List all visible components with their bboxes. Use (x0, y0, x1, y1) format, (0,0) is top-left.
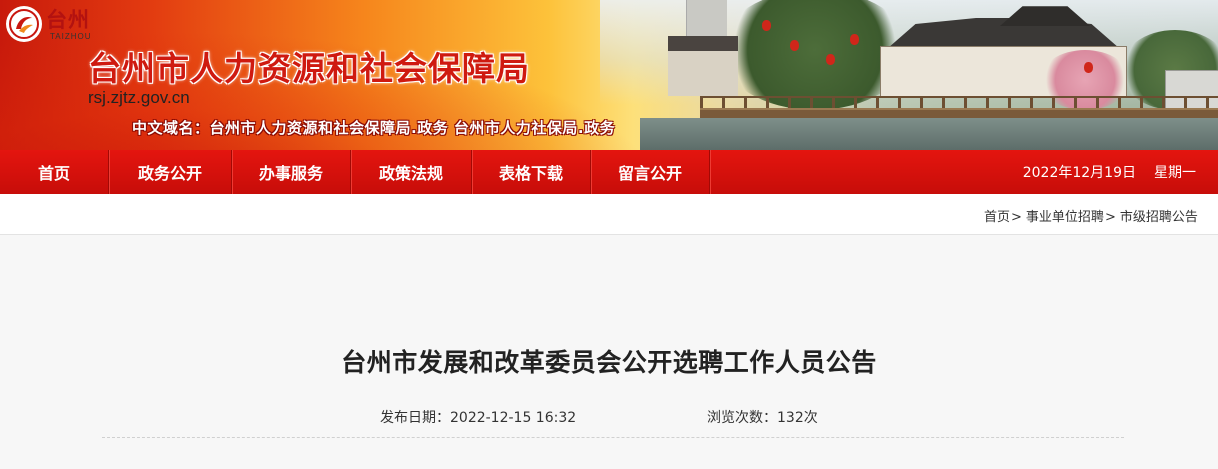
logo-text: 台州 (46, 7, 90, 32)
banner-pavilion (668, 36, 738, 96)
main-nav: 首页 政务公开 办事服务 政策法规 表格下载 留言公开 2022年12月19日 … (0, 150, 1218, 194)
nav-date: 2022年12月19日 星期一 (1023, 150, 1196, 194)
publish-date-value: 2022-12-15 16:32 (450, 410, 577, 426)
breadcrumb-home[interactable]: 首页 (984, 210, 1010, 225)
lantern-icon (762, 20, 771, 31)
breadcrumb-recruitment[interactable]: 事业单位招聘 (1026, 210, 1104, 225)
nav-item-forms[interactable]: 表格下载 (472, 150, 591, 194)
chinese-domain: 中文域名：台州市人力资源和社会保障局.政务 台州市人力社保局.政务 (132, 119, 616, 137)
nav-item-messages[interactable]: 留言公开 (591, 150, 710, 194)
current-weekday: 星期一 (1154, 165, 1196, 181)
logo-subtext: TAIZHOU (50, 32, 92, 41)
header-banner: 台州 TAIZHOU 台州市人力资源和社会保障局 rsj.zjtz.gov.cn… (0, 0, 1218, 150)
lantern-icon (1084, 62, 1093, 73)
breadcrumb-city-announcements[interactable]: 市级招聘公告 (1120, 210, 1198, 225)
nav-item-government-affairs[interactable]: 政务公开 (109, 150, 232, 194)
site-logo-icon[interactable] (6, 6, 42, 42)
lantern-icon (790, 40, 799, 51)
view-count-value: 132次 (777, 410, 818, 426)
nav-item-policies[interactable]: 政策法规 (351, 150, 472, 194)
site-title: 台州市人力资源和社会保障局 (88, 49, 530, 88)
publish-date-label: 发布日期： (380, 410, 450, 426)
title-divider (102, 437, 1124, 438)
view-count: 浏览次数：132次 (707, 407, 818, 427)
nav-item-home[interactable]: 首页 (0, 150, 109, 194)
breadcrumb-bar: 首页> 事业单位招聘> 市级招聘公告 (0, 194, 1218, 235)
lantern-icon (850, 34, 859, 45)
article-container: 台州市发展和改革委员会公开选聘工作人员公告 发布日期：2022-12-15 16… (0, 235, 1218, 469)
current-date: 2022年12月19日 (1022, 165, 1136, 181)
banner-building (686, 0, 727, 36)
banner-water (640, 118, 1218, 150)
article-title: 台州市发展和改革委员会公开选聘工作人员公告 (341, 348, 877, 377)
lantern-icon (826, 54, 835, 65)
view-count-label: 浏览次数： (707, 410, 777, 426)
breadcrumb-separator: > (1104, 210, 1116, 225)
nav-item-services[interactable]: 办事服务 (232, 150, 351, 194)
breadcrumb: 首页> 事业单位招聘> 市级招聘公告 (984, 206, 1198, 225)
site-domain: rsj.zjtz.gov.cn (88, 88, 190, 107)
breadcrumb-separator: > (1011, 210, 1022, 225)
publish-date: 发布日期：2022-12-15 16:32 (380, 407, 576, 427)
